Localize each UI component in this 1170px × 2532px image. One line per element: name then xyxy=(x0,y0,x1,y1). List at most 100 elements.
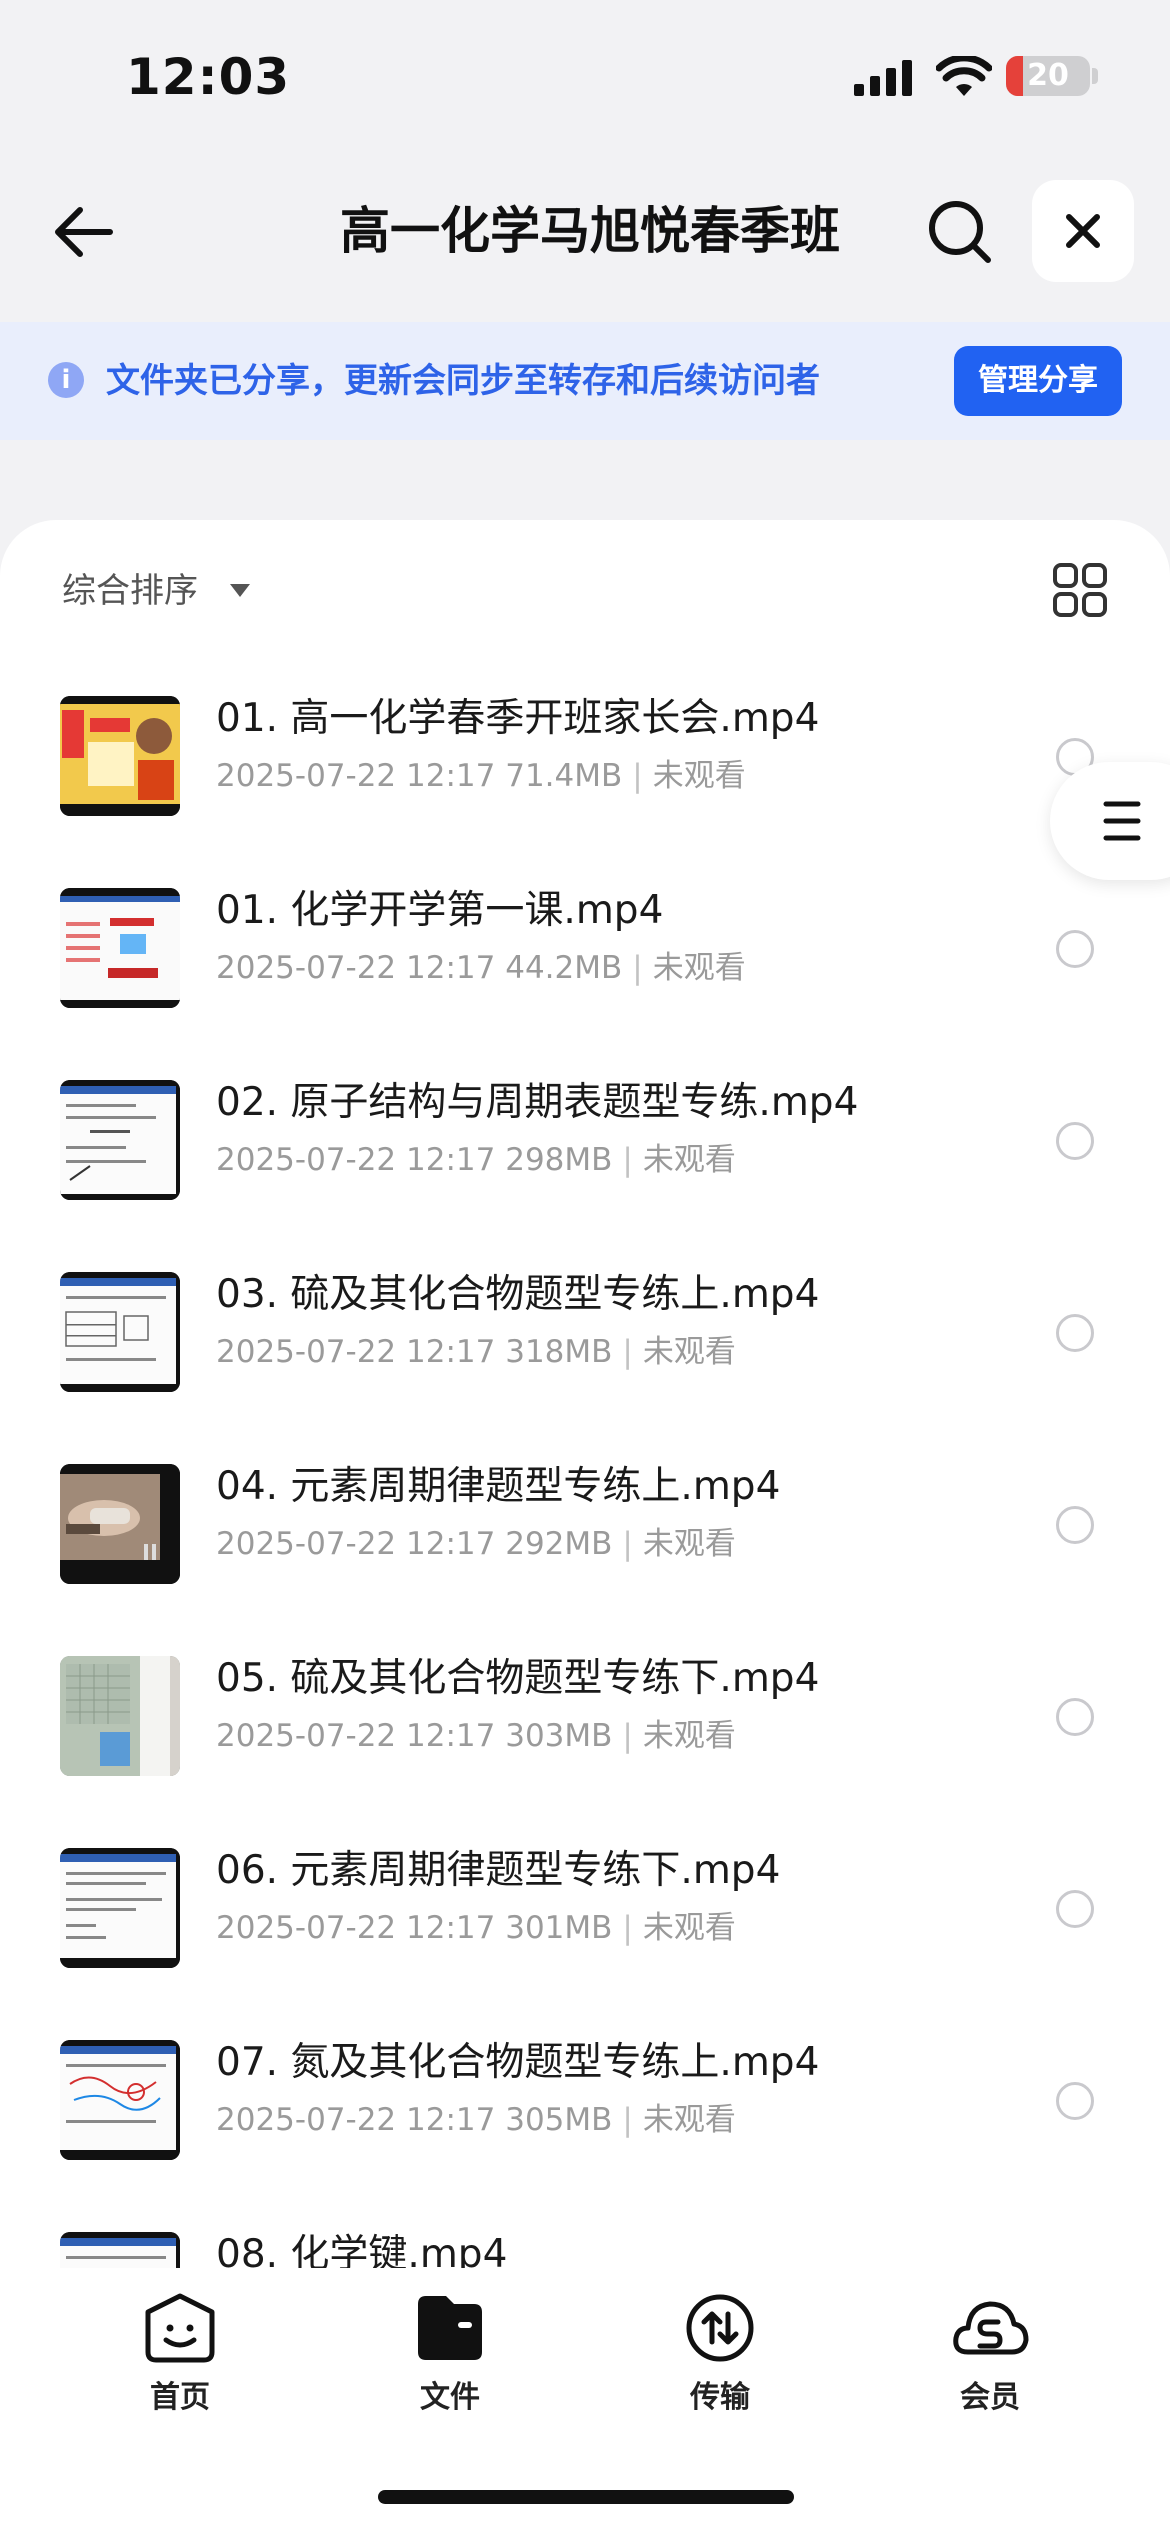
file-name: 04. 元素周期律题型专练上.mp4 xyxy=(216,1464,781,1509)
tab-home[interactable]: 首页 xyxy=(100,2290,260,2415)
wifi-icon xyxy=(936,56,992,96)
file-size: 318MB xyxy=(505,1334,613,1370)
tab-label: 文件 xyxy=(420,2380,480,2415)
file-date: 2025-07-22 12:17 xyxy=(216,1334,496,1370)
select-radio[interactable] xyxy=(1056,1314,1094,1352)
close-button[interactable] xyxy=(1032,180,1134,282)
meta-separator: | xyxy=(622,2102,633,2138)
status-time: 12:03 xyxy=(126,48,291,106)
file-name: 01. 化学开学第一课.mp4 xyxy=(216,888,664,933)
file-name: 07. 氮及其化合物题型专练上.mp4 xyxy=(216,2040,820,2085)
file-row[interactable]: 03. 硫及其化合物题型专练上.mp4 2025-07-22 12:17 318… xyxy=(0,1272,1170,1464)
file-row[interactable]: 06. 元素周期律题型专练下.mp4 2025-07-22 12:17 301M… xyxy=(0,1848,1170,2040)
video-thumbnail xyxy=(60,2232,180,2268)
file-date: 2025-07-22 12:17 xyxy=(216,950,496,986)
battery-cap xyxy=(1092,68,1098,84)
file-name: 06. 元素周期律题型专练下.mp4 xyxy=(216,1848,781,1893)
file-row[interactable]: 01. 高一化学春季开班家长会.mp4 2025-07-22 12:17 71.… xyxy=(0,696,1170,888)
file-name: 02. 原子结构与周期表题型专练.mp4 xyxy=(216,1080,859,1125)
search-icon[interactable] xyxy=(922,194,998,270)
file-size: 305MB xyxy=(505,2102,613,2138)
video-thumbnail xyxy=(60,1656,180,1776)
meta-separator: | xyxy=(632,758,643,794)
share-banner-text: 文件夹已分享，更新会同步至转存和后续访问者 xyxy=(106,361,820,401)
tab-files[interactable]: 文件 xyxy=(370,2290,530,2415)
meta-separator: | xyxy=(622,1142,633,1178)
meta-separator: | xyxy=(622,1718,633,1754)
home-smile-icon xyxy=(145,2293,215,2363)
cellular-signal-icon xyxy=(854,60,912,96)
file-meta: 2025-07-22 12:17 44.2MB | 未观看 xyxy=(216,946,746,990)
file-row[interactable]: 02. 原子结构与周期表题型专练.mp4 2025-07-22 12:17 29… xyxy=(0,1080,1170,1272)
tab-label: 会员 xyxy=(960,2380,1020,2415)
file-date: 2025-07-22 12:17 xyxy=(216,1526,496,1562)
file-size: 44.2MB xyxy=(505,950,623,986)
folder-icon xyxy=(418,2296,482,2360)
select-radio[interactable] xyxy=(1056,1698,1094,1736)
file-date: 2025-07-22 12:17 xyxy=(216,1718,496,1754)
watch-status: 未观看 xyxy=(642,1718,736,1754)
watch-status: 未观看 xyxy=(642,1526,736,1562)
file-row[interactable]: 07. 氮及其化合物题型专练上.mp4 2025-07-22 12:17 305… xyxy=(0,2040,1170,2232)
file-date: 2025-07-22 12:17 xyxy=(216,1142,496,1178)
file-size: 298MB xyxy=(505,1142,613,1178)
file-size: 292MB xyxy=(505,1526,613,1562)
tab-transfer[interactable]: 传输 xyxy=(640,2290,800,2415)
file-meta: 2025-07-22 12:17 301MB | 未观看 xyxy=(216,1906,736,1950)
file-name: 03. 硫及其化合物题型专练上.mp4 xyxy=(216,1272,820,1317)
list-menu-icon xyxy=(1103,801,1141,841)
meta-separator: | xyxy=(622,1334,633,1370)
page-title: 高一化学马旭悦春季班 xyxy=(340,202,840,260)
file-meta: 2025-07-22 12:17 303MB | 未观看 xyxy=(216,1714,736,1758)
select-radio[interactable] xyxy=(1056,1506,1094,1544)
floating-menu-button[interactable] xyxy=(1050,762,1170,880)
video-thumbnail xyxy=(60,1080,180,1200)
manage-share-button[interactable]: 管理分享 xyxy=(954,346,1122,416)
video-thumbnail xyxy=(60,2040,180,2160)
video-thumbnail xyxy=(60,1848,180,1968)
file-date: 2025-07-22 12:17 xyxy=(216,758,496,794)
video-thumbnail xyxy=(60,1464,180,1584)
caret-down-icon[interactable] xyxy=(230,584,250,597)
watch-status: 未观看 xyxy=(642,1910,736,1946)
file-name: 01. 高一化学春季开班家长会.mp4 xyxy=(216,696,820,741)
select-radio[interactable] xyxy=(1056,1122,1094,1160)
file-row[interactable]: 08. 化学键.mp4 xyxy=(0,2232,1170,2268)
tab-member[interactable]: 会员 xyxy=(910,2290,1070,2415)
select-radio[interactable] xyxy=(1056,1890,1094,1928)
watch-status: 未观看 xyxy=(652,758,746,794)
watch-status: 未观看 xyxy=(642,1142,736,1178)
file-date: 2025-07-22 12:17 xyxy=(216,1910,496,1946)
file-size: 71.4MB xyxy=(505,758,623,794)
video-thumbnail xyxy=(60,696,180,816)
grid-view-icon[interactable] xyxy=(1052,562,1108,618)
transfer-icon xyxy=(686,2294,754,2362)
meta-separator: | xyxy=(622,1526,633,1562)
back-arrow-icon[interactable] xyxy=(46,196,118,268)
file-row[interactable]: 05. 硫及其化合物题型专练下.mp4 2025-07-22 12:17 303… xyxy=(0,1656,1170,1848)
battery-icon: 20 xyxy=(1006,56,1090,96)
close-icon xyxy=(1066,214,1100,248)
select-radio[interactable] xyxy=(1056,930,1094,968)
file-row[interactable]: 04. 元素周期律题型专练上.mp4 2025-07-22 12:17 292M… xyxy=(0,1464,1170,1656)
watch-status: 未观看 xyxy=(642,2102,736,2138)
watch-status: 未观看 xyxy=(642,1334,736,1370)
file-meta: 2025-07-22 12:17 71.4MB | 未观看 xyxy=(216,754,746,798)
tab-label: 首页 xyxy=(150,2380,210,2415)
meta-separator: | xyxy=(632,950,643,986)
info-icon: i xyxy=(48,362,84,398)
battery-level-text: 20 xyxy=(1027,58,1069,93)
home-indicator xyxy=(378,2490,794,2504)
video-thumbnail xyxy=(60,1272,180,1392)
select-radio[interactable] xyxy=(1056,2082,1094,2120)
tab-label: 传输 xyxy=(690,2380,750,2415)
file-size: 301MB xyxy=(505,1910,613,1946)
file-meta: 2025-07-22 12:17 298MB | 未观看 xyxy=(216,1138,736,1182)
meta-separator: | xyxy=(622,1910,633,1946)
file-size: 303MB xyxy=(505,1718,613,1754)
sort-dropdown[interactable]: 综合排序 xyxy=(62,566,198,616)
file-meta: 2025-07-22 12:17 305MB | 未观看 xyxy=(216,2098,736,2142)
file-meta: 2025-07-22 12:17 292MB | 未观看 xyxy=(216,1522,736,1566)
file-row[interactable]: 01. 化学开学第一课.mp4 2025-07-22 12:17 44.2MB |… xyxy=(0,888,1170,1080)
file-date: 2025-07-22 12:17 xyxy=(216,2102,496,2138)
